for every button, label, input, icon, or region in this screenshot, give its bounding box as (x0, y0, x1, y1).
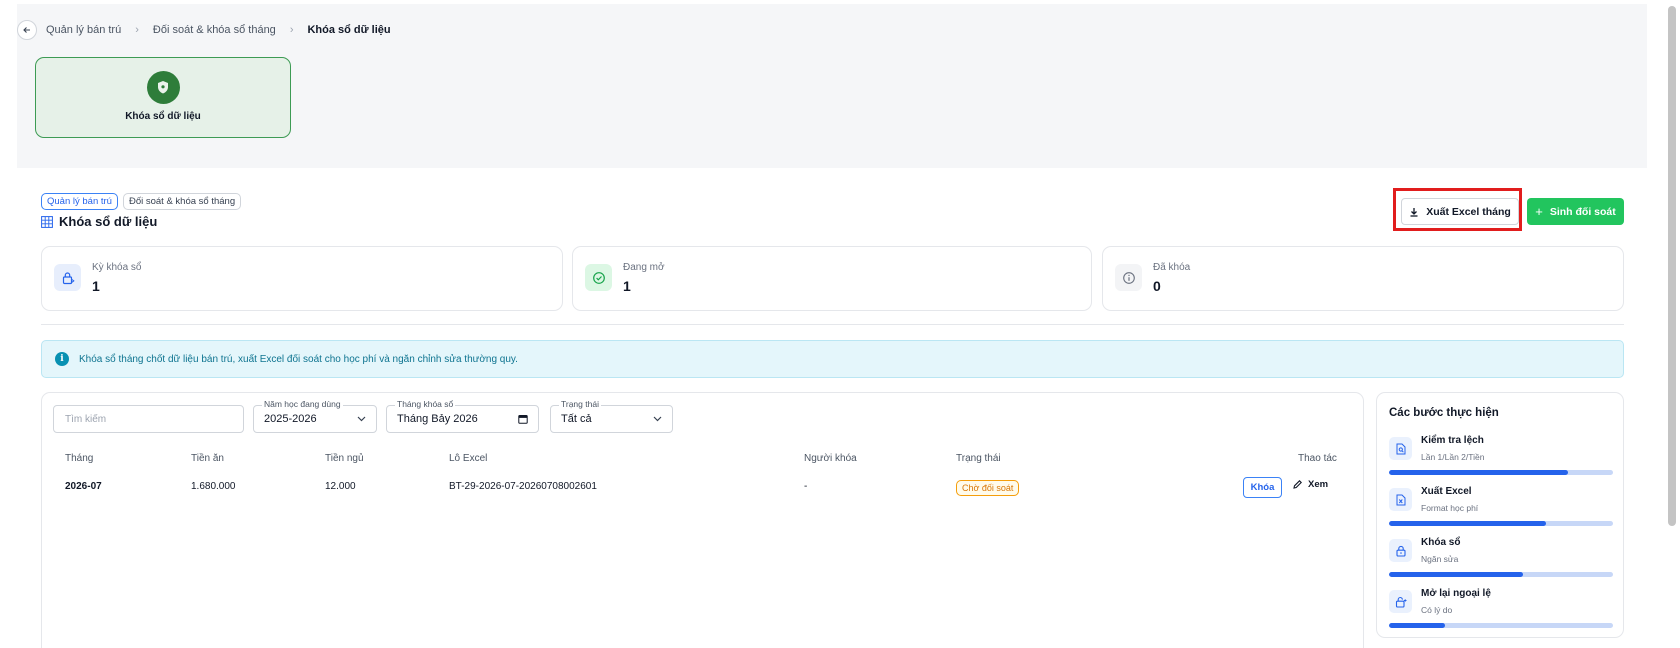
file-excel-icon (1389, 488, 1412, 511)
info-icon: i (55, 352, 69, 366)
school-year-select[interactable]: Năm học đang dùng 2025-2026 (253, 399, 377, 433)
export-excel-label: Xuất Excel tháng (1426, 205, 1511, 218)
steps-card: Các bước thực hiện Kiểm tra lệch Lần 1/L… (1376, 392, 1624, 638)
stat-value: 1 (92, 278, 100, 294)
status-filter-label: Trạng thái (559, 399, 601, 409)
status-select[interactable]: Trạng thái Tất cả (550, 399, 673, 433)
shield-icon (146, 71, 180, 104)
cell-month: 2026-07 (65, 481, 102, 492)
cell-batch: BT-29-2026-07-20260708002601 (449, 481, 597, 492)
step-progress (1389, 572, 1613, 577)
chevron-right-icon: › (289, 24, 294, 36)
column-header-status[interactable]: Trạng thái (956, 453, 1001, 464)
column-header-month[interactable]: Tháng (65, 453, 93, 464)
download-icon (1410, 207, 1418, 217)
lock-icon (1389, 539, 1412, 562)
step-subtitle: Ngăn sửa (1421, 554, 1459, 564)
chip-module[interactable]: Quản lý bán trú (41, 193, 118, 210)
calendar-icon[interactable] (518, 414, 528, 424)
lock-button[interactable]: Khóa (1243, 477, 1282, 498)
lock-month-label: Tháng khóa sổ (395, 399, 456, 409)
divider (41, 324, 1624, 325)
column-header-food[interactable]: Tiền ăn (191, 453, 224, 464)
header-chips: Quản lý bán trú Đối soát & khóa sổ tháng (41, 193, 242, 210)
steps-title: Các bước thực hiện (1389, 407, 1499, 419)
page-title-text: Khóa sổ dữ liệu (59, 214, 158, 229)
page-scrollbar[interactable] (1668, 6, 1676, 526)
view-button[interactable]: Xem (1292, 479, 1328, 490)
step-progress (1389, 521, 1613, 526)
stat-value: 0 (1153, 278, 1161, 294)
step-progress (1389, 470, 1613, 475)
table-grid-icon (41, 215, 53, 228)
lock-month-value: Tháng Bảy 2026 (397, 413, 478, 425)
lock-table-card: Năm học đang dùng 2025-2026 Tháng khóa s… (41, 392, 1364, 648)
chip-section[interactable]: Đối soát & khóa sổ tháng (122, 193, 242, 210)
stat-label: Đã khóa (1153, 262, 1191, 273)
step-subtitle: Format học phí (1421, 503, 1479, 513)
column-header-actions: Thao tác (1298, 453, 1337, 464)
step-progress (1389, 623, 1613, 628)
step-title: Xuất Excel (1421, 486, 1472, 497)
step-item-reopen[interactable]: Mở lại ngoại lệ Có lý do (1389, 588, 1613, 632)
school-year-value: 2025-2026 (264, 413, 317, 425)
column-header-locker[interactable]: Người khóa (804, 453, 857, 464)
info-text: Khóa sổ tháng chốt dữ liệu bán trú, xuất… (79, 353, 518, 365)
stat-card-open: Đang mở 1 (572, 246, 1092, 311)
stat-label: Đang mở (623, 262, 665, 273)
stat-value: 1 (623, 278, 631, 294)
status-badge: Chờ đối soát (956, 480, 1020, 496)
chevron-right-icon: › (135, 24, 139, 36)
search-document-icon (1389, 437, 1412, 460)
breadcrumb-item[interactable]: Quản lý bán trú (46, 24, 121, 36)
step-title: Kiểm tra lệch (1421, 435, 1484, 446)
status-filter-value: Tất cả (561, 413, 592, 425)
step-item-export[interactable]: Xuất Excel Format học phí (1389, 486, 1613, 530)
module-tile-data-lock[interactable]: Khóa sổ dữ liệu (35, 57, 291, 138)
generate-reconcile-button[interactable]: + Sinh đối soát (1527, 198, 1624, 225)
cell-locker: - (804, 481, 808, 492)
export-excel-button[interactable]: Xuất Excel tháng (1401, 198, 1519, 225)
breadcrumb-current: Khóa sổ dữ liệu (307, 24, 391, 36)
check-circle-icon (585, 264, 612, 291)
pencil-icon (1293, 480, 1302, 489)
back-button[interactable] (17, 20, 37, 40)
tile-label: Khóa sổ dữ liệu (125, 111, 201, 122)
step-title: Mở lại ngoại lệ (1421, 588, 1491, 599)
cell-sleep: 12.000 (325, 481, 356, 492)
chevron-down-icon (653, 416, 662, 422)
generate-reconcile-label: Sinh đối soát (1549, 205, 1616, 218)
view-label: Xem (1308, 479, 1329, 490)
search-input[interactable] (53, 405, 244, 433)
breadcrumb: Quản lý bán trú › Đối soát & khóa sổ thá… (17, 19, 391, 41)
stat-label: Kỳ khóa sổ (92, 262, 142, 273)
breadcrumb-item[interactable]: Đối soát & khóa sổ tháng (153, 24, 276, 36)
step-item-lock[interactable]: Khóa sổ Ngăn sửa (1389, 537, 1613, 581)
cell-food: 1.680.000 (191, 481, 236, 492)
stat-card-locked: Đã khóa 0 (1102, 246, 1624, 311)
school-year-label: Năm học đang dùng (262, 399, 343, 409)
info-alert: i Khóa sổ tháng chốt dữ liệu bán trú, xu… (41, 340, 1624, 378)
lock-month-picker[interactable]: Tháng khóa sổ Tháng Bảy 2026 (386, 399, 539, 433)
plus-icon: + (1535, 204, 1543, 219)
page-title: Khóa sổ dữ liệu (41, 214, 157, 229)
step-subtitle: Lần 1/Lần 2/Tiền (1421, 452, 1485, 462)
step-item-check[interactable]: Kiểm tra lệch Lần 1/Lần 2/Tiền (1389, 435, 1613, 479)
stat-card-periods: Kỳ khóa sổ 1 (41, 246, 563, 311)
step-title: Khóa sổ (1421, 537, 1461, 548)
step-subtitle: Có lý do (1421, 605, 1453, 615)
column-header-sleep[interactable]: Tiền ngủ (325, 453, 364, 464)
chevron-down-icon (357, 416, 366, 422)
arrow-left-icon (23, 27, 30, 33)
info-circle-icon (1115, 264, 1142, 291)
column-header-batch[interactable]: Lô Excel (449, 453, 487, 464)
lock-cycle-icon (54, 264, 81, 291)
unlock-icon (1389, 590, 1412, 613)
